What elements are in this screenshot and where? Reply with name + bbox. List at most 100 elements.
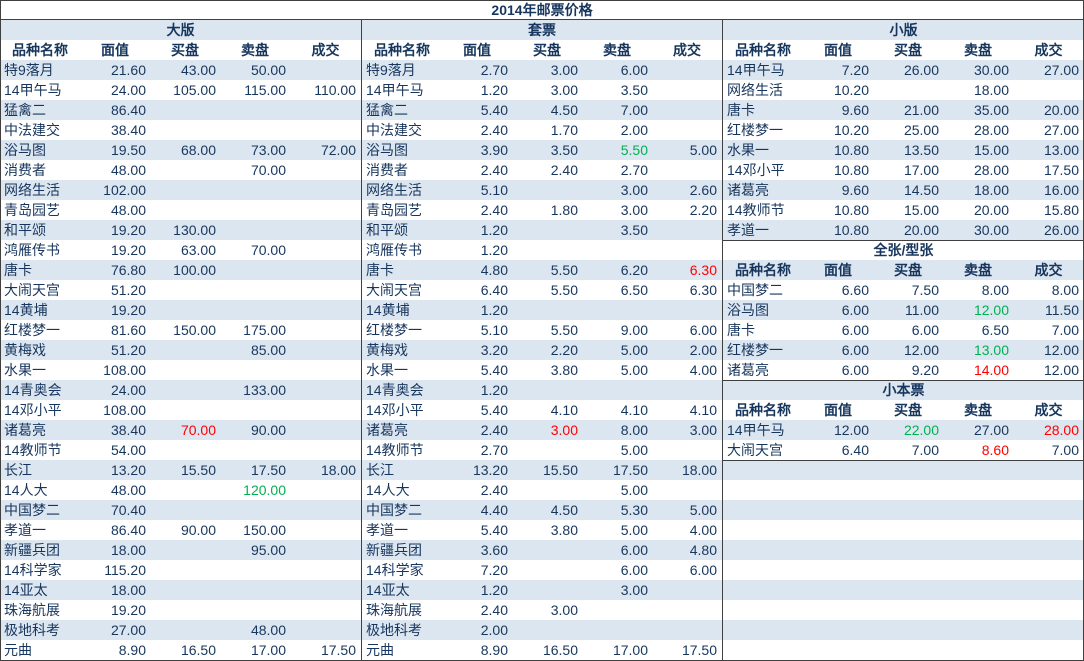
stamp-name-cell: 青岛园艺 <box>366 202 422 218</box>
stamp-name-cell: 网络生活 <box>4 182 60 198</box>
stamp-name-cell: 特9落月 <box>4 62 54 78</box>
buy-price-cell: 4.10 <box>550 402 578 418</box>
table-body-quanzhang: 中国梦二 6.60 7.50 8.00 8.00 浴马图 6.00 11.00 12.00 11.… <box>723 280 1084 380</box>
deal-price-cell <box>290 600 361 620</box>
buy-price-cell: 7.00 <box>911 442 939 458</box>
face-value-cell: 2.40 <box>480 202 508 218</box>
buy-price-cell: 1.80 <box>550 202 578 218</box>
table-row: 珠海航展 2.40 3.00 <box>362 600 722 620</box>
sell-price-cell: 3.50 <box>620 82 648 98</box>
buy-price-cell <box>150 340 220 360</box>
deal-price-cell: 16.00 <box>1043 182 1079 198</box>
buy-price-cell: 13.50 <box>903 142 939 158</box>
face-value-cell: 10.20 <box>833 82 869 98</box>
column-header-buy: 买盘 <box>894 402 922 418</box>
stamp-name-cell: 鸿雁传书 <box>4 242 60 258</box>
stamp-name-cell: 长江 <box>4 462 32 478</box>
table-row: 和平颂 19.20 130.00 <box>0 220 361 240</box>
stamp-price-sheet: 2014年邮票价格 大版 品种名称 面值 买盘 卖盘 成交 特9落月 21.60 4… <box>0 0 1084 661</box>
buy-price-cell: 43.00 <box>180 62 216 78</box>
sell-price-cell: 3.50 <box>620 222 648 238</box>
sell-price-cell <box>582 620 652 640</box>
buy-price-cell: 20.00 <box>903 222 939 238</box>
table-row: 14青奥会 1.20 <box>362 380 722 400</box>
face-value-cell: 9.60 <box>841 102 869 118</box>
column-header-face-value: 面值 <box>824 42 852 58</box>
buy-price-cell: 15.00 <box>903 202 939 218</box>
group-daban: 大版 品种名称 面值 买盘 卖盘 成交 特9落月 21.60 43.00 50.00 1… <box>0 20 361 661</box>
face-value-cell: 7.20 <box>841 62 869 78</box>
deal-price-cell <box>652 120 722 140</box>
sell-price-cell: 50.00 <box>250 62 286 78</box>
face-value-cell: 5.40 <box>480 362 508 378</box>
column-header-deal: 成交 <box>1034 262 1063 278</box>
table-row: 14教师节 54.00 <box>0 440 361 460</box>
stamp-name-cell: 14教师节 <box>366 442 424 458</box>
sell-price-cell: 70.00 <box>250 242 286 258</box>
buy-price-cell <box>150 100 220 120</box>
stamp-name-cell: 14科学家 <box>366 562 424 578</box>
sell-price-cell: 3.00 <box>620 182 648 198</box>
sell-price-cell: 8.00 <box>620 422 648 438</box>
stamp-name-cell: 水果一 <box>4 362 46 378</box>
deal-price-cell <box>290 480 361 500</box>
buy-price-cell: 130.00 <box>173 222 216 238</box>
sell-price-cell: 15.00 <box>973 142 1009 158</box>
stamp-name-cell: 唐卡 <box>727 102 755 118</box>
face-value-cell: 102.00 <box>103 182 146 198</box>
sell-price-cell: 115.00 <box>244 82 286 98</box>
stamp-name-cell: 14青奥会 <box>4 382 62 398</box>
table-row: 黄梅戏 51.20 85.00 <box>0 340 361 360</box>
stamp-name-cell: 14邓小平 <box>727 162 785 178</box>
stamp-name-cell: 长江 <box>366 462 394 478</box>
face-value-cell: 2.70 <box>480 62 508 78</box>
face-value-cell: 54.00 <box>110 442 146 458</box>
stamp-name-cell: 新疆兵团 <box>4 542 60 558</box>
face-value-cell: 10.80 <box>833 162 869 178</box>
face-value-cell: 13.20 <box>110 462 146 478</box>
buy-price-cell <box>150 480 220 500</box>
face-value-cell: 5.40 <box>480 402 508 418</box>
sell-price-cell <box>220 440 290 460</box>
sell-price-cell: 17.50 <box>612 462 648 478</box>
stamp-name-cell: 元曲 <box>4 642 32 658</box>
deal-price-cell <box>652 80 722 100</box>
deal-price-cell: 3.00 <box>689 422 717 438</box>
sell-price-cell: 6.50 <box>620 282 648 298</box>
column-header-face-value: 面值 <box>101 42 129 58</box>
deal-price-cell: 7.00 <box>1051 322 1079 338</box>
stamp-name-cell: 14邓小平 <box>4 402 62 418</box>
column-header-sell: 卖盘 <box>964 402 992 418</box>
face-value-cell: 2.40 <box>480 422 508 438</box>
stamp-name-cell: 14邓小平 <box>366 402 424 418</box>
table-body-daban: 特9落月 21.60 43.00 50.00 14甲午马 24.00 105.00 115.0… <box>0 60 361 660</box>
stamp-name-cell: 诸葛亮 <box>727 362 769 378</box>
sell-price-cell: 133.00 <box>243 382 286 398</box>
stamp-name-cell: 大闹天宫 <box>727 442 783 458</box>
face-value-cell: 4.40 <box>480 502 508 518</box>
column-header-name: 品种名称 <box>12 42 68 58</box>
stamp-name-cell: 14甲午马 <box>366 82 424 98</box>
table-row: 网络生活 10.20 18.00 <box>723 80 1084 100</box>
face-value-cell: 81.60 <box>110 322 146 338</box>
sell-price-cell: 120.00 <box>243 482 286 498</box>
buy-price-cell: 5.50 <box>550 262 578 278</box>
sell-price-cell: 95.00 <box>250 542 286 558</box>
stamp-name-cell: 14亚太 <box>366 582 410 598</box>
sell-price-cell <box>220 260 290 280</box>
stamp-name-cell: 14教师节 <box>4 442 62 458</box>
column-header-sell: 卖盘 <box>241 42 269 58</box>
deal-price-cell <box>290 180 361 200</box>
face-value-cell: 2.40 <box>480 122 508 138</box>
column-header-buy: 买盘 <box>533 42 561 58</box>
face-value-cell: 1.20 <box>480 302 508 318</box>
face-value-cell: 70.40 <box>110 502 146 518</box>
table-body-taopiao: 特9落月 2.70 3.00 6.00 14甲午马 1.20 3.00 3.50 猛禽二 5.40… <box>362 60 722 660</box>
sell-price-cell: 2.00 <box>620 122 648 138</box>
table-row: 中国梦二 6.60 7.50 8.00 8.00 <box>723 280 1084 300</box>
deal-price-cell: 17.50 <box>320 642 356 658</box>
table-row: 中法建交 38.40 <box>0 120 361 140</box>
sell-price-cell: 4.10 <box>620 402 648 418</box>
stamp-name-cell: 浴马图 <box>4 142 46 158</box>
sell-price-cell: 28.00 <box>973 162 1009 178</box>
